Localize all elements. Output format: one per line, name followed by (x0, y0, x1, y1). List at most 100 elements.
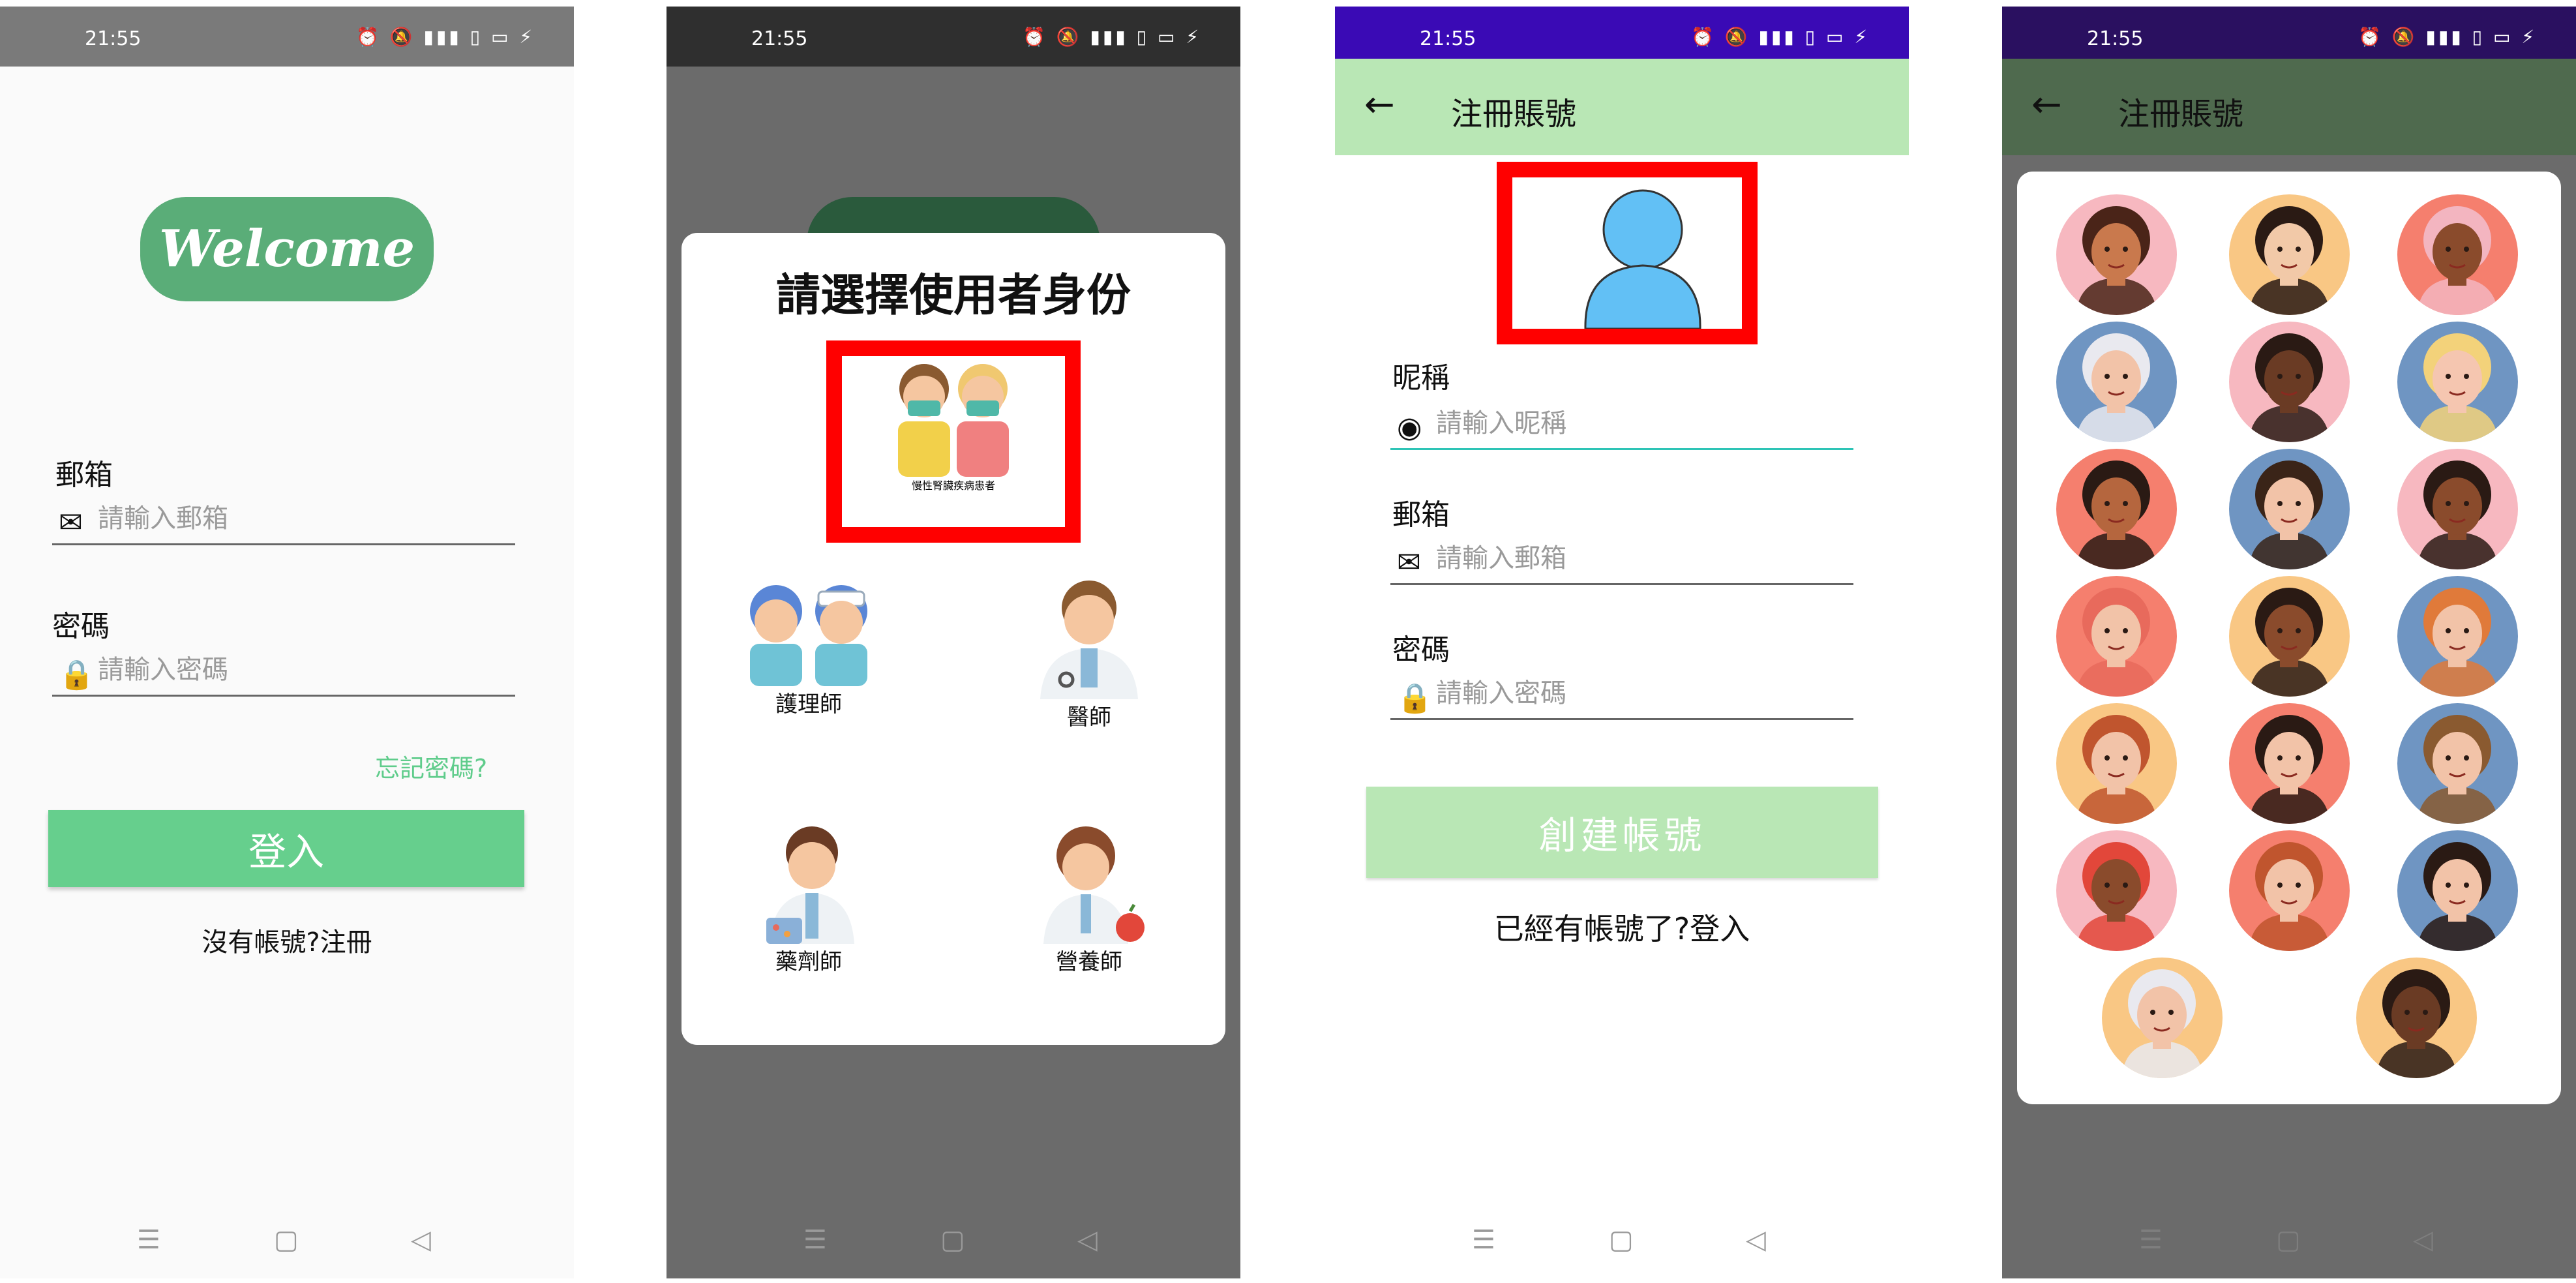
email-field[interactable]: ✉ (52, 497, 515, 545)
role-select-screen: 21:55 ⏰ 🔕 ▮▮▮ ▯ ▭ ⚡ 請選擇使用者身份 慢性腎臟疾病患者 護理… (666, 7, 1240, 1278)
menu-icon[interactable]: ☰ (1472, 1225, 1495, 1255)
status-time: 21:55 (85, 27, 142, 50)
avatar-option-17[interactable] (2229, 830, 2350, 951)
avatar-option-6[interactable] (2397, 322, 2518, 442)
app-bar: ← 注冊賬號 (1335, 59, 1909, 155)
avatar-option-13[interactable] (2056, 703, 2177, 824)
page-title: 注冊賬號 (1451, 96, 1577, 132)
status-time: 21:55 (2087, 27, 2144, 50)
avatar-face-icon (2249, 206, 2330, 315)
avatar-option-4[interactable] (2056, 322, 2177, 442)
mail-icon: ✉ (1397, 546, 1421, 579)
mail-icon: ✉ (59, 506, 83, 539)
password-input[interactable] (1436, 678, 1806, 708)
avatar-option-8[interactable] (2229, 449, 2350, 569)
avatar-face-icon (2249, 588, 2330, 697)
home-icon[interactable]: ▢ (2276, 1225, 2301, 1255)
back-icon[interactable]: ◁ (1077, 1225, 1098, 1255)
login-button[interactable]: 登入 (48, 810, 524, 887)
avatar-face-icon (2249, 715, 2330, 824)
email-input[interactable] (98, 504, 468, 534)
dimmed-background[interactable]: 請選擇使用者身份 慢性腎臟疾病患者 護理師 醫師 藥劑師 營養師 (666, 67, 1240, 1278)
avatar-option-15[interactable] (2397, 703, 2518, 824)
avatar-face-icon (2417, 715, 2498, 824)
avatar-option-7[interactable] (2056, 449, 2177, 569)
profile-picture-selector[interactable] (1497, 162, 1758, 344)
avatar-option-19[interactable] (2102, 958, 2223, 1078)
status-bar: 21:55 ⏰ 🔕 ▮▮▮ ▯ ▭ ⚡ (2002, 7, 2576, 67)
back-icon[interactable]: ◁ (411, 1225, 431, 1255)
password-input[interactable] (98, 655, 468, 685)
role-nurse[interactable]: 護理師 (708, 575, 910, 718)
avatar-face-icon (2417, 842, 2498, 951)
system-nav-bar: ☰ ▢ ◁ (1335, 1207, 1909, 1278)
back-icon[interactable]: ◁ (2413, 1225, 2433, 1255)
back-arrow-icon[interactable]: ← (1364, 83, 1395, 126)
avatar-option-12[interactable] (2397, 576, 2518, 697)
avatar-option-9[interactable] (2397, 449, 2518, 569)
avatar-face-icon (2249, 333, 2330, 442)
home-icon[interactable]: ▢ (274, 1225, 299, 1255)
menu-icon[interactable]: ☰ (2139, 1225, 2163, 1255)
avatar-option-20[interactable] (2356, 958, 2477, 1078)
login-screen: 21:55 ⏰ 🔕 ▮▮▮ ▯ ▭ ⚡ Welcome 郵箱 ✉ 密碼 🔒 忘記… (0, 7, 574, 1278)
menu-icon[interactable]: ☰ (137, 1225, 160, 1255)
avatar-option-14[interactable] (2229, 703, 2350, 824)
login-body: Welcome 郵箱 ✉ 密碼 🔒 忘記密碼? 登入 沒有帳號?注冊 (0, 67, 574, 1207)
avatar-picker-screen: 21:55 ⏰ 🔕 ▮▮▮ ▯ ▭ ⚡ ← 注冊賬號 ☰ ▢ ◁ (2002, 7, 2576, 1278)
back-arrow-icon[interactable]: ← (2031, 83, 2062, 126)
avatar-option-18[interactable] (2397, 830, 2518, 951)
password-field[interactable]: 🔒 (1390, 672, 1853, 720)
back-icon[interactable]: ◁ (1746, 1225, 1766, 1255)
nickname-field[interactable]: ◉ (1390, 402, 1853, 450)
system-nav-bar: ☰ ▢ ◁ (666, 1207, 1240, 1278)
avatar-option-10[interactable] (2056, 576, 2177, 697)
system-nav-bar: ☰ ▢ ◁ (0, 1207, 574, 1278)
status-bar: 21:55 ⏰ 🔕 ▮▮▮ ▯ ▭ ⚡ (1335, 7, 1909, 67)
lock-icon: 🔒 (59, 658, 95, 691)
page-title: 注冊賬號 (2118, 96, 2244, 132)
status-bar: 21:55 ⏰ 🔕 ▮▮▮ ▯ ▭ ⚡ (0, 7, 574, 67)
doctor-icon (1040, 581, 1138, 699)
role-dietitian[interactable]: 營養師 (988, 820, 1190, 976)
patients-icon (898, 364, 1009, 477)
register-link[interactable]: 沒有帳號?注冊 (0, 921, 574, 959)
create-account-button[interactable]: 創建帳號 (1366, 787, 1878, 878)
nurses-icon (750, 585, 867, 686)
nickname-label: 昵稱 (1392, 361, 1450, 395)
avatar-face-icon (2076, 715, 2157, 824)
dimmed-background[interactable] (2002, 155, 2576, 1278)
role-patient-selected[interactable]: 慢性腎臟疾病患者 (826, 340, 1081, 543)
avatar-option-1[interactable] (2056, 194, 2177, 315)
avatar-option-16[interactable] (2056, 830, 2177, 951)
dietitian-icon (1043, 826, 1145, 944)
nickname-input[interactable] (1436, 408, 1806, 438)
status-bar: 21:55 ⏰ 🔕 ▮▮▮ ▯ ▭ ⚡ (666, 7, 1240, 67)
dialog-title: 請選擇使用者身份 (775, 270, 1131, 322)
account-circle-icon: ◉ (1397, 411, 1422, 444)
pharmacist-icon (766, 826, 854, 944)
avatar-face-icon (2076, 206, 2157, 315)
home-icon[interactable]: ▢ (940, 1225, 965, 1255)
role-dialog: 請選擇使用者身份 慢性腎臟疾病患者 護理師 醫師 藥劑師 營養師 (681, 233, 1225, 1045)
role-doctor[interactable]: 醫師 (988, 575, 1190, 731)
login-link[interactable]: 已經有帳號了?登入 (1335, 905, 1909, 948)
status-time: 21:55 (1420, 27, 1476, 50)
email-input[interactable] (1436, 543, 1806, 573)
avatar-face-icon (2076, 333, 2157, 442)
avatar-option-2[interactable] (2229, 194, 2350, 315)
email-field[interactable]: ✉ (1390, 537, 1853, 585)
avatar-option-5[interactable] (2229, 322, 2350, 442)
password-field[interactable]: 🔒 (52, 648, 515, 697)
menu-icon[interactable]: ☰ (803, 1225, 827, 1255)
avatar-face-icon (2076, 588, 2157, 697)
avatar-option-11[interactable] (2229, 576, 2350, 697)
email-label: 郵箱 (1392, 498, 1450, 532)
home-icon[interactable]: ▢ (1609, 1225, 1634, 1255)
default-user-icon (1584, 189, 1701, 330)
forgot-password-link[interactable]: 忘記密碼? (375, 748, 487, 784)
role-pharmacist[interactable]: 藥劑師 (708, 820, 910, 976)
register-screen: 21:55 ⏰ 🔕 ▮▮▮ ▯ ▭ ⚡ ← 注冊賬號 昵稱 ◉ 郵箱 ✉ 密碼 … (1335, 7, 1909, 1278)
lock-icon: 🔒 (1397, 682, 1433, 715)
avatar-option-3[interactable] (2397, 194, 2518, 315)
